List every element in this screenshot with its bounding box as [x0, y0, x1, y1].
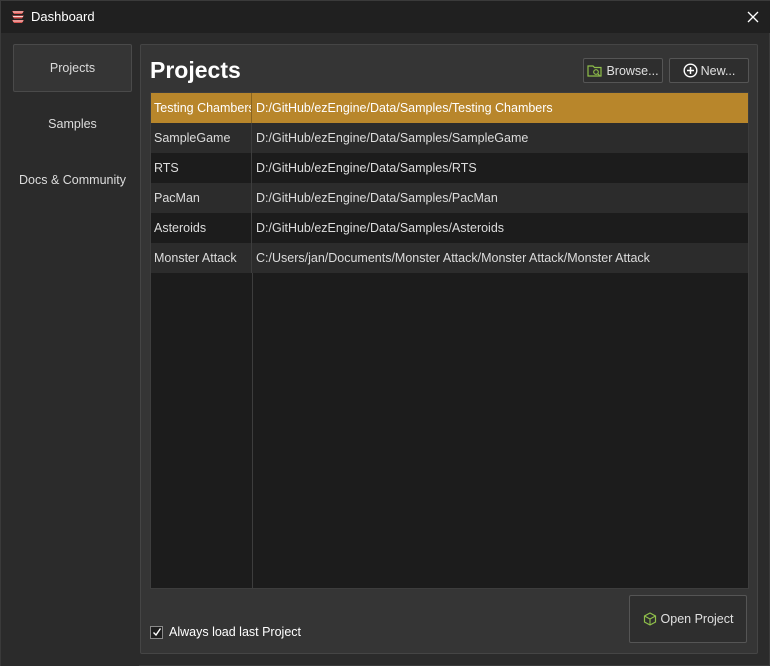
checkbox-box[interactable] [150, 625, 163, 639]
table-row[interactable]: Asteroids D:/GitHub/ezEngine/Data/Sample… [151, 213, 748, 243]
project-path: D:/GitHub/ezEngine/Data/Samples/RTS [256, 161, 477, 175]
table-row[interactable]: Testing Chambers D:/GitHub/ezEngine/Data… [151, 93, 748, 123]
sidebar-item-docs-community[interactable]: Docs & Community [13, 156, 132, 204]
dashboard-window: Dashboard Projects Samples Docs & Commun… [0, 0, 770, 666]
table-row[interactable]: RTS D:/GitHub/ezEngine/Data/Samples/RTS [151, 153, 748, 183]
open-project-button[interactable]: Open Project [629, 595, 747, 643]
sidebar-item-label: Samples [48, 117, 97, 131]
sidebar-item-projects[interactable]: Projects [13, 44, 132, 92]
checkmark-icon [152, 628, 161, 637]
close-icon [747, 8, 759, 27]
projects-panel: Projects Browse... New... Testing Chambe… [140, 44, 758, 654]
projects-table[interactable]: Testing Chambers D:/GitHub/ezEngine/Data… [150, 92, 749, 589]
project-name: PacMan [151, 183, 252, 213]
project-path: D:/GitHub/ezEngine/Data/Samples/PacMan [256, 191, 498, 205]
cube-icon [643, 612, 657, 626]
project-name: Asteroids [151, 213, 252, 243]
close-button[interactable] [741, 5, 765, 29]
checkbox-label: Always load last Project [169, 625, 302, 639]
table-row[interactable]: PacMan D:/GitHub/ezEngine/Data/Samples/P… [151, 183, 748, 213]
project-name: Testing Chambers [151, 93, 252, 123]
project-name: RTS [151, 153, 252, 183]
ez-engine-logo-icon [10, 9, 26, 25]
always-load-last-project-checkbox[interactable]: Always load last Project [150, 625, 301, 639]
project-path: D:/GitHub/ezEngine/Data/Samples/Testing … [256, 101, 553, 115]
column-divider [252, 273, 253, 588]
title-bar[interactable]: Dashboard [1, 1, 770, 33]
new-label: New... [700, 63, 736, 78]
browse-button[interactable]: Browse... [583, 58, 663, 83]
plus-circle-icon [683, 63, 698, 78]
table-row[interactable]: Monster Attack C:/Users/jan/Documents/Mo… [151, 243, 748, 273]
project-path: D:/GitHub/ezEngine/Data/Samples/SampleGa… [256, 131, 529, 145]
table-row[interactable]: SampleGame D:/GitHub/ezEngine/Data/Sampl… [151, 123, 748, 153]
project-name: Monster Attack [151, 243, 252, 273]
sidebar-item-label: Docs & Community [19, 173, 126, 187]
project-name: SampleGame [151, 123, 252, 153]
sidebar: Projects Samples Docs & Community [1, 33, 139, 666]
open-project-label: Open Project [660, 612, 734, 626]
project-path: C:/Users/jan/Documents/Monster Attack/Mo… [256, 251, 650, 265]
project-path: D:/GitHub/ezEngine/Data/Samples/Asteroid… [256, 221, 505, 235]
sidebar-item-label: Projects [49, 61, 96, 75]
sidebar-item-samples[interactable]: Samples [13, 100, 132, 148]
browse-label: Browse... [606, 63, 659, 78]
window-title: Dashboard [31, 9, 95, 24]
page-title: Projects [150, 57, 241, 83]
new-project-button[interactable]: New... [669, 58, 749, 83]
folder-search-icon [587, 64, 603, 78]
